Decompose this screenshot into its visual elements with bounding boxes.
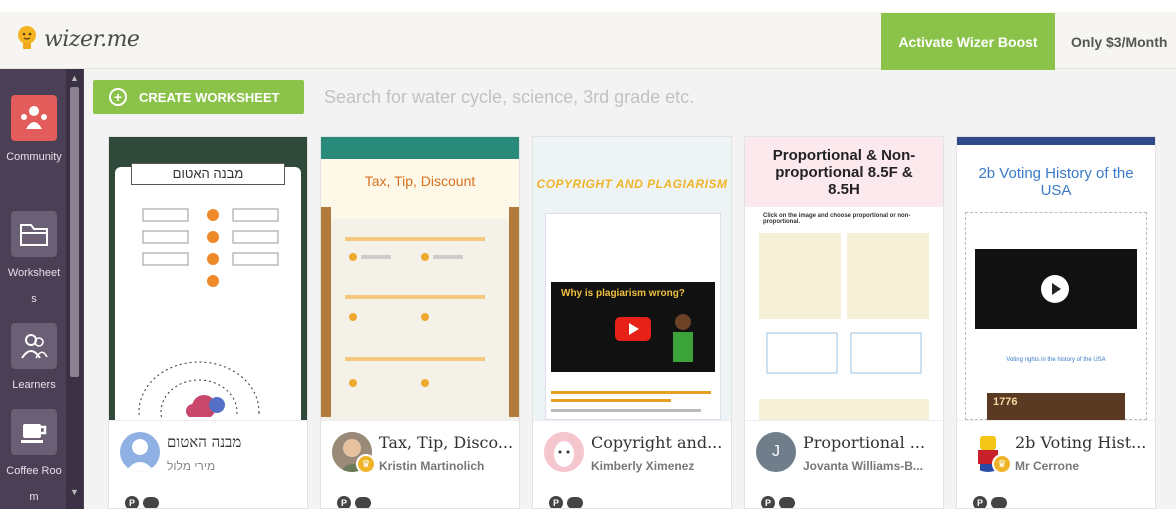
worksheet-thumbnail[interactable]: Proportional & Non-proportional 8.5F & 8… <box>745 137 943 420</box>
worksheet-card[interactable]: מבנה האטום מבנה האטום מירי מלול P <box>108 136 308 509</box>
worksheet-thumbnail[interactable]: מבנה האטום <box>109 137 307 420</box>
thumbnail-subtitle: Voting rights in the history of the USA <box>1006 357 1106 363</box>
play-button-icon[interactable] <box>615 317 651 341</box>
thumbnail-title: COPYRIGHT AND PLAGIARISM <box>536 177 728 191</box>
activate-boost-button[interactable]: Activate Wizer Boost <box>881 13 1055 70</box>
thumbnail-border-left <box>321 207 331 417</box>
avatar <box>120 432 160 472</box>
create-worksheet-label: CREATE WORKSHEET <box>139 89 280 105</box>
plus-icon: + <box>109 88 127 106</box>
sidebar-item-coffee-room[interactable]: Coffee Room <box>6 409 62 509</box>
card-title[interactable]: Tax, Tip, Disco... <box>379 433 519 452</box>
sidebar: Community Worksheets Learners Coffee Roo… <box>0 69 84 509</box>
sidebar-item-label: Learners <box>12 379 56 391</box>
thumbnail-title: Proportional & Non-proportional 8.5F & 8… <box>772 147 916 198</box>
sidebar-scrollbar[interactable]: ▲ ▼ <box>66 69 83 509</box>
thumbnail-questions <box>345 237 495 407</box>
card-title[interactable]: Proportional ... <box>803 433 943 452</box>
thumbnail-title: Tax, Tip, Discount <box>364 173 476 189</box>
video-player[interactable] <box>975 249 1137 329</box>
thumbnail-tables <box>759 233 929 420</box>
card-info: ♛ 2b Voting Hist... Mr Cerrone P <box>957 420 1155 508</box>
atom-diagram <box>129 327 289 420</box>
card-author[interactable]: Kimberly Ximenez <box>591 459 729 473</box>
card-title[interactable]: 2b Voting Hist... <box>1015 433 1155 452</box>
boy-illustration <box>669 312 697 368</box>
worksheet-thumbnail[interactable]: Tax, Tip, Discount <box>321 137 519 420</box>
card-author[interactable]: Jovanta Williams-B... <box>803 459 941 473</box>
card-title[interactable]: Copyright and... <box>591 433 731 452</box>
folder-icon <box>11 211 57 257</box>
worksheet-card[interactable]: Tax, Tip, Discount ♛ Tax, Tip, Disco... … <box>320 136 520 509</box>
card-info: ♛ Tax, Tip, Disco... Kristin Martinolich… <box>321 420 519 508</box>
scrollbar-thumb[interactable] <box>70 87 79 377</box>
card-title[interactable]: מבנה האטום <box>167 433 307 452</box>
top-gap <box>0 0 1176 12</box>
card-info: מבנה האטום מירי מלול P <box>109 420 307 508</box>
thumbnail-banner <box>957 137 1155 145</box>
card-author[interactable]: Mr Cerrone <box>1015 459 1153 473</box>
avatar: J <box>756 432 796 472</box>
worksheet-card[interactable]: COPYRIGHT AND PLAGIARISM Why is plagiari… <box>532 136 732 509</box>
boost-crown-icon: ♛ <box>992 454 1012 474</box>
card-actions: P <box>337 496 371 508</box>
logo[interactable]: wizer.me <box>16 25 140 53</box>
card-actions: P <box>549 496 583 508</box>
price-text: Only $3/Month <box>1071 34 1168 50</box>
pinterest-icon[interactable]: P <box>761 496 775 508</box>
thumbnail-title: מבנה האטום <box>131 163 285 185</box>
sidebar-item-label: Worksheets <box>7 267 61 305</box>
year-label: 1776 <box>987 393 1125 420</box>
sidebar-item-label: Community <box>6 151 62 163</box>
app-header: wizer.me Activate Wizer Boost Only $3/Mo… <box>0 12 1176 70</box>
video-title: Why is plagiarism wrong? <box>561 288 685 299</box>
scroll-up-icon[interactable]: ▲ <box>70 73 79 83</box>
scroll-down-icon[interactable]: ▼ <box>70 487 79 497</box>
avatar <box>544 432 584 472</box>
sidebar-item-learners[interactable]: Learners <box>6 323 62 398</box>
card-author[interactable]: מירי מלול <box>167 459 305 473</box>
card-info: Copyright and... Kimberly Ximenez P <box>533 420 731 508</box>
pinterest-icon[interactable]: P <box>337 496 351 508</box>
worksheet-thumbnail[interactable]: COPYRIGHT AND PLAGIARISM Why is plagiari… <box>533 137 731 420</box>
create-worksheet-button[interactable]: + CREATE WORKSHEET <box>93 80 304 114</box>
thumbnail-banner <box>321 137 519 159</box>
pinterest-icon[interactable]: P <box>125 496 139 508</box>
worksheet-card[interactable]: Proportional & Non-proportional 8.5F & 8… <box>744 136 944 509</box>
lightbulb-icon <box>16 25 38 53</box>
sidebar-item-community[interactable]: Community <box>6 95 62 170</box>
comment-icon[interactable] <box>991 497 1007 508</box>
boost-crown-icon: ♛ <box>356 454 376 474</box>
thumbnail-text-lines <box>551 387 715 417</box>
card-info: J Proportional ... Jovanta Williams-B...… <box>745 420 943 508</box>
community-icon <box>11 95 57 141</box>
card-actions: P <box>761 496 795 508</box>
thumbnail-title: 2b Voting History of the USA <box>978 165 1134 199</box>
logo-text: wizer.me <box>44 26 140 52</box>
video-player[interactable]: Why is plagiarism wrong? <box>551 282 715 372</box>
comment-icon[interactable] <box>779 497 795 508</box>
thumbnail-rows <box>123 207 293 287</box>
worksheet-card[interactable]: 2b Voting History of the USA Voting righ… <box>956 136 1156 509</box>
sidebar-item-label: Coffee Room <box>6 465 62 503</box>
thumbnail-instructions: Click on the image and choose proportion… <box>763 213 911 225</box>
card-author[interactable]: Kristin Martinolich <box>379 459 517 473</box>
comment-icon[interactable] <box>567 497 583 508</box>
learners-icon <box>11 323 57 369</box>
search-input[interactable] <box>324 84 1144 110</box>
card-actions: P <box>125 496 159 508</box>
play-button-icon[interactable] <box>1041 275 1069 303</box>
sidebar-item-worksheets[interactable]: Worksheets <box>6 211 62 312</box>
thumbnail-header <box>321 159 519 219</box>
thumbnail-border-right <box>509 207 519 417</box>
comment-icon[interactable] <box>355 497 371 508</box>
worksheet-thumbnail[interactable]: 2b Voting History of the USA Voting righ… <box>957 137 1155 420</box>
coffee-icon <box>11 409 57 455</box>
pinterest-icon[interactable]: P <box>549 496 563 508</box>
card-actions: P <box>973 496 1007 508</box>
pinterest-icon[interactable]: P <box>973 496 987 508</box>
comment-icon[interactable] <box>143 497 159 508</box>
